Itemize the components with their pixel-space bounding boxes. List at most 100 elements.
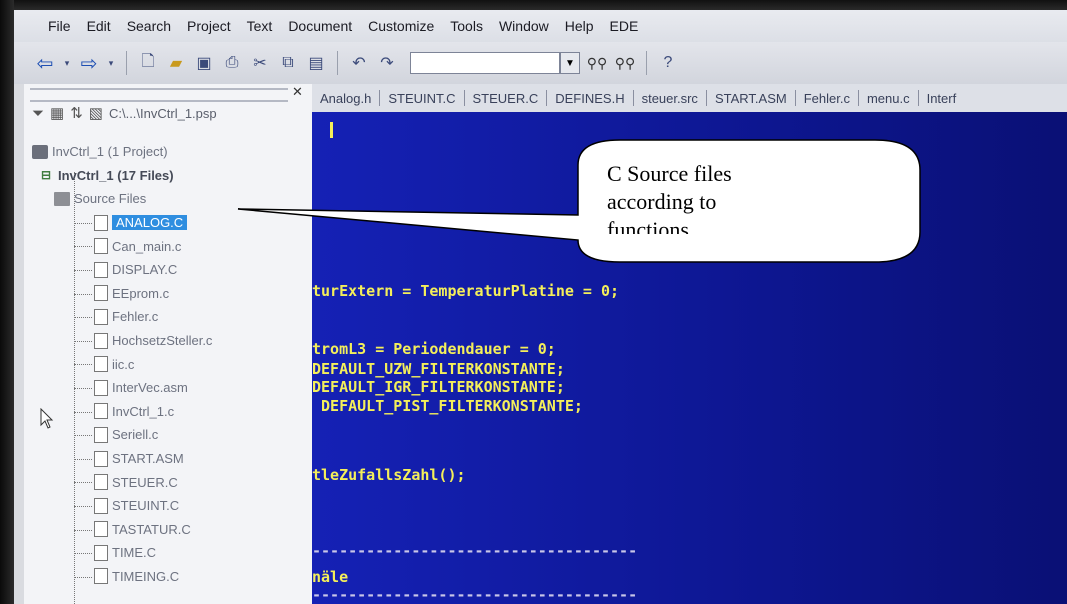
- tree-item-project[interactable]: InvCtrl_1 (1 Project): [32, 140, 308, 164]
- code-line: DEFAULT_UZW_FILTERKONSTANTE;: [312, 360, 565, 378]
- help-icon[interactable]: ?: [657, 52, 679, 74]
- open-folder-icon[interactable]: ▰: [165, 52, 187, 74]
- folder-icon: [54, 191, 70, 206]
- view-icon[interactable]: ▦: [50, 104, 64, 122]
- tree-item-file[interactable]: iic.c: [32, 352, 308, 376]
- code-line: tleZufallsZahl();: [312, 466, 466, 484]
- tree-item-label: TIME.C: [112, 545, 157, 561]
- project-panel: ✕ ⏷ ▦ ⇅ ▧ C:\...\InvCtrl_1.psp InvCtrl_1…: [24, 84, 314, 604]
- file-icon: [94, 332, 108, 349]
- dropdown-caret-icon[interactable]: ▾: [62, 52, 72, 74]
- file-icon: [94, 403, 108, 420]
- file-icon: [94, 568, 108, 585]
- combo-dropdown-button[interactable]: ▼: [560, 52, 580, 74]
- monitor-bezel-top: [0, 0, 1067, 10]
- text-cursor: [330, 122, 333, 138]
- find-icon[interactable]: ⚲⚲: [586, 52, 608, 74]
- new-file-icon[interactable]: 🗋: [137, 52, 159, 74]
- tree-item-label: STEUER.C: [112, 474, 178, 490]
- copy-icon[interactable]: ⧉: [277, 52, 299, 74]
- tree-item-label: TASTATUR.C: [112, 521, 191, 537]
- file-icon: [94, 426, 108, 443]
- filter-icon[interactable]: ⏷: [32, 105, 44, 122]
- sort-icon[interactable]: ⇅: [70, 104, 83, 122]
- callout-line: according to: [607, 189, 717, 214]
- tree-item-source-files[interactable]: Source Files: [32, 187, 308, 211]
- code-line: DEFAULT_IGR_FILTERKONSTANTE;: [312, 378, 565, 396]
- tree-item-file[interactable]: DISPLAY.C: [32, 258, 308, 282]
- back-arrow-icon[interactable]: ⇦: [34, 52, 56, 75]
- project-file-icon[interactable]: ▧: [89, 104, 103, 122]
- tab-steuer-src[interactable]: steuer.src: [634, 91, 706, 106]
- tree-item-file[interactable]: STEUER.C: [32, 470, 308, 494]
- project-tree: InvCtrl_1 (1 Project) ⊟ InvCtrl_1 (17 Fi…: [32, 140, 308, 588]
- file-icon: [94, 379, 108, 396]
- tree-item-label: EEprom.c: [112, 285, 170, 301]
- tab-fehler-c[interactable]: Fehler.c: [796, 91, 858, 106]
- tree-item-label: ANALOG.C: [112, 215, 188, 231]
- tree-item-file[interactable]: TIMEING.C: [32, 565, 308, 589]
- tree-item-label: TIMEING.C: [112, 568, 180, 584]
- project-path: C:\...\InvCtrl_1.psp: [108, 105, 217, 121]
- print-icon[interactable]: ⎙: [221, 52, 243, 74]
- tree-item-label: HochsetzSteller.c: [112, 333, 213, 349]
- tab-interf[interactable]: Interf: [919, 91, 965, 106]
- tab-start-asm[interactable]: START.ASM: [707, 91, 795, 106]
- forward-arrow-icon[interactable]: ⇨: [78, 52, 100, 75]
- menu-customize[interactable]: Customize: [360, 18, 442, 34]
- menu-help[interactable]: Help: [557, 18, 602, 34]
- search-combo-input[interactable]: [410, 52, 560, 74]
- toolbar-separator: [646, 51, 647, 75]
- tree-item-files[interactable]: ⊟ InvCtrl_1 (17 Files): [32, 164, 308, 188]
- tab-analog-h[interactable]: Analog.h: [312, 91, 379, 106]
- redo-icon[interactable]: ↷: [376, 52, 398, 74]
- menu-document[interactable]: Document: [280, 18, 360, 34]
- code-line: ------------------------------------: [312, 542, 638, 560]
- file-icon: [94, 356, 108, 373]
- tree-item-file[interactable]: STEUINT.C: [32, 494, 308, 518]
- callout-line: C Source files: [607, 161, 732, 186]
- code-line: ------------------------------------: [312, 586, 638, 604]
- menu-text[interactable]: Text: [239, 18, 281, 34]
- undo-icon[interactable]: ↶: [348, 52, 370, 74]
- find-next-icon[interactable]: ⚲⚲: [614, 52, 636, 74]
- file-icon: [94, 497, 108, 514]
- code-line: DEFAULT_PIST_FILTERKONSTANTE;: [312, 397, 583, 415]
- paste-icon[interactable]: ▤: [305, 52, 327, 74]
- project-icon: [32, 144, 48, 159]
- tree-item-label: START.ASM: [112, 451, 184, 467]
- tab-defines-h[interactable]: DEFINES.H: [547, 91, 632, 106]
- menu-project[interactable]: Project: [179, 18, 239, 34]
- tree-item-file[interactable]: InterVec.asm: [32, 376, 308, 400]
- menu-ede[interactable]: EDE: [602, 18, 647, 34]
- close-icon[interactable]: ✕: [292, 84, 303, 100]
- tree-item-label: InvCtrl_1 (1 Project): [52, 144, 168, 160]
- tree-item-file[interactable]: InvCtrl_1.c: [32, 400, 308, 424]
- tree-item-file[interactable]: HochsetzSteller.c: [32, 329, 308, 353]
- panel-grip[interactable]: [30, 88, 288, 102]
- tab-steuint-c[interactable]: STEUINT.C: [380, 91, 463, 106]
- tree-item-file[interactable]: Can_main.c: [32, 234, 308, 258]
- tree-item-file[interactable]: EEprom.c: [32, 282, 308, 306]
- panel-toolbar: ⏷ ▦ ⇅ ▧ C:\...\InvCtrl_1.psp: [32, 104, 217, 123]
- tab-steuer-c[interactable]: STEUER.C: [465, 91, 547, 106]
- tree-item-file[interactable]: TASTATUR.C: [32, 518, 308, 542]
- menu-tools[interactable]: Tools: [442, 18, 491, 34]
- code-line: tromL3 = Periodendauer = 0;: [312, 340, 556, 358]
- file-icon: [94, 285, 108, 302]
- file-icon: [94, 474, 108, 491]
- tab-menu-c[interactable]: menu.c: [859, 91, 918, 106]
- dropdown-caret-icon[interactable]: ▾: [106, 52, 116, 74]
- cut-icon[interactable]: ✂: [249, 52, 271, 74]
- save-icon[interactable]: ▣: [193, 52, 215, 74]
- menu-search[interactable]: Search: [119, 18, 179, 34]
- tree-item-file[interactable]: START.ASM: [32, 447, 308, 471]
- tree-item-file[interactable]: Seriell.c: [32, 423, 308, 447]
- menu-window[interactable]: Window: [491, 18, 557, 34]
- tree-item-file[interactable]: Fehler.c: [32, 305, 308, 329]
- tree-item-file[interactable]: TIME.C: [32, 541, 308, 565]
- menu-file[interactable]: File: [14, 18, 79, 34]
- tree-item-label: InvCtrl_1.c: [112, 403, 175, 419]
- tree-item-file[interactable]: ANALOG.C: [32, 211, 308, 235]
- menu-edit[interactable]: Edit: [79, 18, 119, 34]
